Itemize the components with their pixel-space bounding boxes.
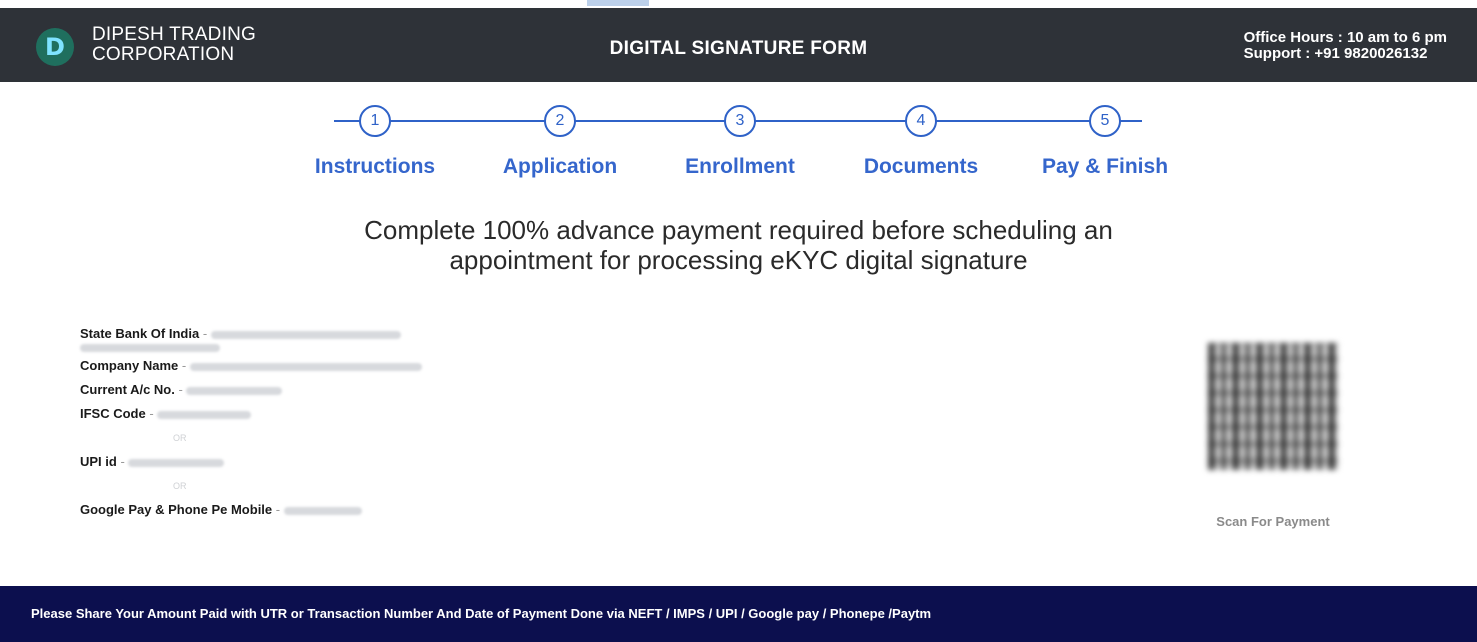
ifsc-label: IFSC Code — [80, 406, 146, 421]
redacted-value — [189, 362, 422, 371]
gpay-label: Google Pay & Phone Pe Mobile — [80, 502, 273, 517]
step-label: Documents — [863, 155, 979, 178]
redacted-value — [186, 386, 283, 395]
step-number: 4 — [905, 105, 937, 137]
step-label: Application — [502, 155, 618, 178]
company-name-label: Company Name — [80, 358, 179, 373]
top-header: D DIPESH TRADING CORPORATION DIGITAL SIG… — [0, 8, 1477, 82]
or-divider: OR — [173, 433, 187, 443]
payment-notice-line2: appointment for processing eKYC digital … — [449, 245, 1028, 275]
separator: - — [145, 406, 158, 421]
upi-row: UPI id - — [80, 450, 640, 474]
separator: - — [116, 454, 129, 469]
redacted-value — [283, 506, 362, 515]
redacted-value — [128, 458, 225, 467]
step-number: 3 — [724, 105, 756, 137]
ifsc-row: IFSC Code - — [80, 402, 640, 426]
top-strip — [0, 0, 1477, 8]
redacted-value — [157, 410, 252, 419]
step-number: 1 — [359, 105, 391, 137]
bank-name-label: State Bank Of India — [80, 326, 200, 341]
bank-details: State Bank Of India - Company Name - Cur… — [80, 322, 640, 522]
progress-stepper: 1 Instructions 2 Application 3 Enrollmen… — [315, 100, 1168, 190]
step-enrollment[interactable]: 3 Enrollment — [655, 100, 825, 179]
separator: - — [178, 358, 190, 373]
step-pay-finish[interactable]: 5 Pay & Finish — [1020, 100, 1190, 179]
support-phone: Support : +91 9820026132 — [1243, 45, 1428, 62]
gpay-row: Google Pay & Phone Pe Mobile - — [80, 498, 640, 522]
account-number-row: Current A/c No. - — [80, 378, 640, 402]
top-strip-mark — [587, 0, 649, 6]
step-number: 2 — [544, 105, 576, 137]
step-application[interactable]: 2 Application — [475, 100, 645, 179]
company-name-row: Company Name - — [80, 354, 640, 378]
upi-label: UPI id — [80, 454, 117, 469]
step-label: Pay & Finish — [1041, 155, 1169, 178]
qr-code-label: Scan For Payment — [1216, 514, 1330, 529]
redacted-value — [80, 343, 220, 352]
step-label: Enrollment — [685, 155, 795, 178]
step-instructions[interactable]: 1 Instructions — [290, 100, 460, 179]
account-number-label: Current A/c No. — [80, 382, 175, 397]
footer-notice: Please Share Your Amount Paid with UTR o… — [0, 586, 1477, 642]
separator: - — [272, 502, 284, 517]
payment-notice-line1: Complete 100% advance payment required b… — [364, 215, 1113, 245]
step-documents[interactable]: 4 Documents — [836, 100, 1006, 179]
payment-qr-code — [1208, 343, 1338, 470]
office-info: Office Hours : 10 am to 6 pm Support : +… — [1244, 30, 1447, 62]
payment-notice: Complete 100% advance payment required b… — [0, 215, 1477, 275]
step-label: Instructions — [314, 155, 436, 178]
office-hours: Office Hours : 10 am to 6 pm — [1243, 29, 1447, 46]
separator: - — [174, 382, 187, 397]
or-divider: OR — [173, 481, 187, 491]
step-number: 5 — [1089, 105, 1121, 137]
redacted-value — [210, 330, 401, 339]
separator: - — [199, 326, 211, 341]
